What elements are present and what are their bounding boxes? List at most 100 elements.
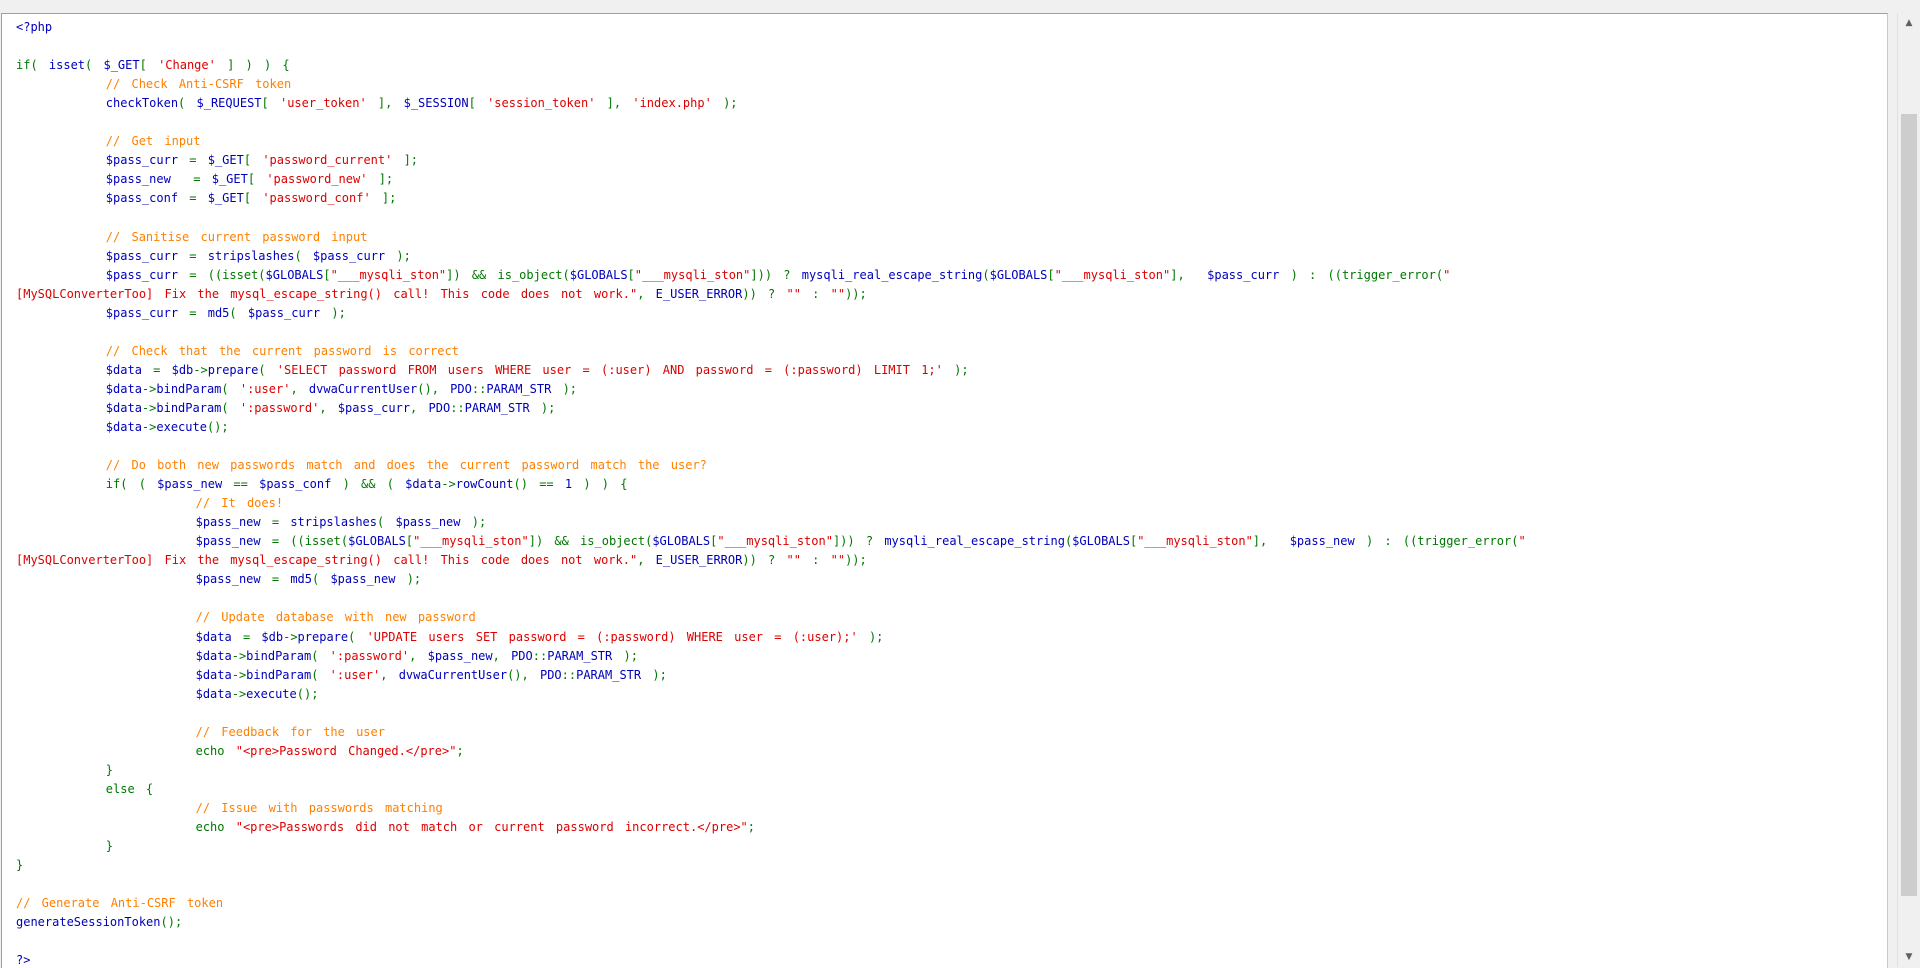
code-token: ] ) ) { [215, 58, 290, 73]
code-token: ]) && is_object( [528, 534, 653, 549]
code-token: PARAM_STR [464, 400, 530, 415]
code-token: $pass_curr [16, 153, 179, 168]
code-token: : [800, 553, 831, 568]
code-token: } [16, 858, 24, 873]
code-token: if( [16, 58, 49, 73]
code-token: , [319, 400, 338, 415]
code-token: "" [786, 286, 801, 301]
code-token: // Generate Anti-CSRF token [16, 896, 224, 911]
scroll-down-arrow-icon[interactable]: ▼ [1898, 947, 1920, 967]
code-token: else { [16, 781, 154, 796]
code-token: (); [206, 419, 229, 434]
code-token: checkToken [16, 96, 179, 111]
code-line: $pass_curr = $_GET[ 'password_current' ]… [16, 151, 1876, 170]
code-token: $pass_conf [259, 477, 332, 492]
code-token: " [1443, 267, 1451, 282]
code-token: = [178, 191, 208, 206]
code-token: ); [641, 667, 667, 682]
code-token: } [16, 762, 114, 777]
code-token: )); [845, 286, 867, 301]
code-token: (), [507, 667, 540, 682]
code-token: $GLOBALS [348, 534, 406, 549]
code-token: ]; [367, 172, 394, 187]
code-token: 'Change' [158, 58, 216, 73]
code-token: , [637, 286, 656, 301]
code-token: $pass_curr [337, 400, 411, 415]
code-token: if( ( [16, 477, 158, 492]
code-token: ])) ? [832, 534, 885, 549]
code-line: $pass_new = $_GET[ 'password_new' ]; [16, 170, 1876, 189]
code-token: , [492, 648, 512, 663]
code-line: [MySQLConverterToo] Fix the mysql_escape… [16, 285, 1876, 304]
code-token: [ [468, 96, 488, 111]
scroll-up-arrow-icon[interactable]: ▲ [1898, 13, 1920, 33]
code-token: $_GET [103, 58, 140, 73]
code-token: E_USER_ERROR [655, 286, 743, 301]
code-token: echo [16, 819, 236, 834]
code-token: -> [141, 400, 157, 415]
code-token: $pass_new [1289, 534, 1355, 549]
code-token: = [141, 362, 172, 377]
code-token: // Do both new passwords match and does … [16, 458, 707, 473]
code-token: // Check that the current password is co… [16, 343, 459, 358]
code-token: PARAM_STR [547, 648, 613, 663]
code-token: -> [441, 477, 456, 492]
code-token: execute [246, 686, 297, 701]
code-line: // Update database with new password [16, 608, 1876, 627]
code-token: isset [48, 58, 86, 73]
code-token: "___mysqli_ston" [1137, 534, 1253, 549]
code-token: // It does! [16, 496, 284, 511]
code-token: -> [231, 667, 247, 682]
code-token: [ [139, 58, 159, 73]
code-line: // Check that the current password is co… [16, 342, 1876, 361]
code-token: bindParam [156, 381, 222, 396]
code-line: } [16, 761, 1876, 780]
code-token: , [410, 400, 429, 415]
code-token: = [260, 572, 291, 587]
php-source-code[interactable]: <?php if( isset( $_GET[ 'Change' ] ) ) {… [16, 18, 1876, 968]
code-token: $data [16, 686, 232, 701]
code-token: $data [16, 419, 142, 434]
code-token: // Get input [16, 134, 201, 149]
code-token: ; [747, 819, 756, 834]
code-token: $data [16, 381, 142, 396]
code-line: $data->execute(); [16, 418, 1876, 437]
code-token: PARAM_STR [486, 381, 552, 396]
code-token: $data [16, 629, 232, 644]
code-token: ( [294, 248, 313, 263]
code-token: prepare [297, 629, 349, 644]
code-token: $pass_new [330, 572, 396, 587]
code-line: // It does! [16, 494, 1876, 513]
code-token: $pass_conf [16, 191, 179, 206]
code-token: <?php [16, 20, 53, 34]
code-token: "___mysqli_ston" [717, 534, 833, 549]
code-token: = [178, 153, 208, 168]
code-token: $pass_new [395, 515, 461, 530]
code-token: // Feedback for the user [16, 724, 385, 739]
code-token: ], [1252, 534, 1290, 549]
code-token: $GLOBALS [989, 267, 1048, 282]
code-token: = ((isset( [178, 267, 266, 282]
code-token: $GLOBALS [569, 267, 628, 282]
code-token: ':password' [239, 400, 320, 415]
code-token: ]; [392, 153, 419, 168]
code-token: -> [231, 648, 247, 663]
vertical-scrollbar[interactable]: ▲ ▼ [1897, 13, 1920, 967]
code-token: $pass_curr [1207, 267, 1280, 282]
code-token: ( [258, 362, 277, 377]
source-code-panel[interactable]: <?php if( isset( $_GET[ 'Change' ] ) ) {… [1, 13, 1888, 968]
code-token: )); [845, 553, 867, 568]
code-line: // Issue with passwords matching [16, 799, 1876, 818]
code-token: execute [156, 419, 207, 434]
code-token: "<pre>Password Changed.</pre>" [235, 743, 457, 758]
scrollbar-thumb[interactable] [1901, 114, 1917, 896]
code-token: stripslashes [290, 515, 378, 530]
code-line: // Do both new passwords match and does … [16, 456, 1876, 475]
code-line: $pass_new = ((isset($GLOBALS["___mysqli_… [16, 532, 1876, 551]
code-line: echo "<pre>Passwords did not match or cu… [16, 818, 1876, 837]
code-token: ); [551, 381, 578, 396]
code-token: " [1518, 534, 1526, 549]
